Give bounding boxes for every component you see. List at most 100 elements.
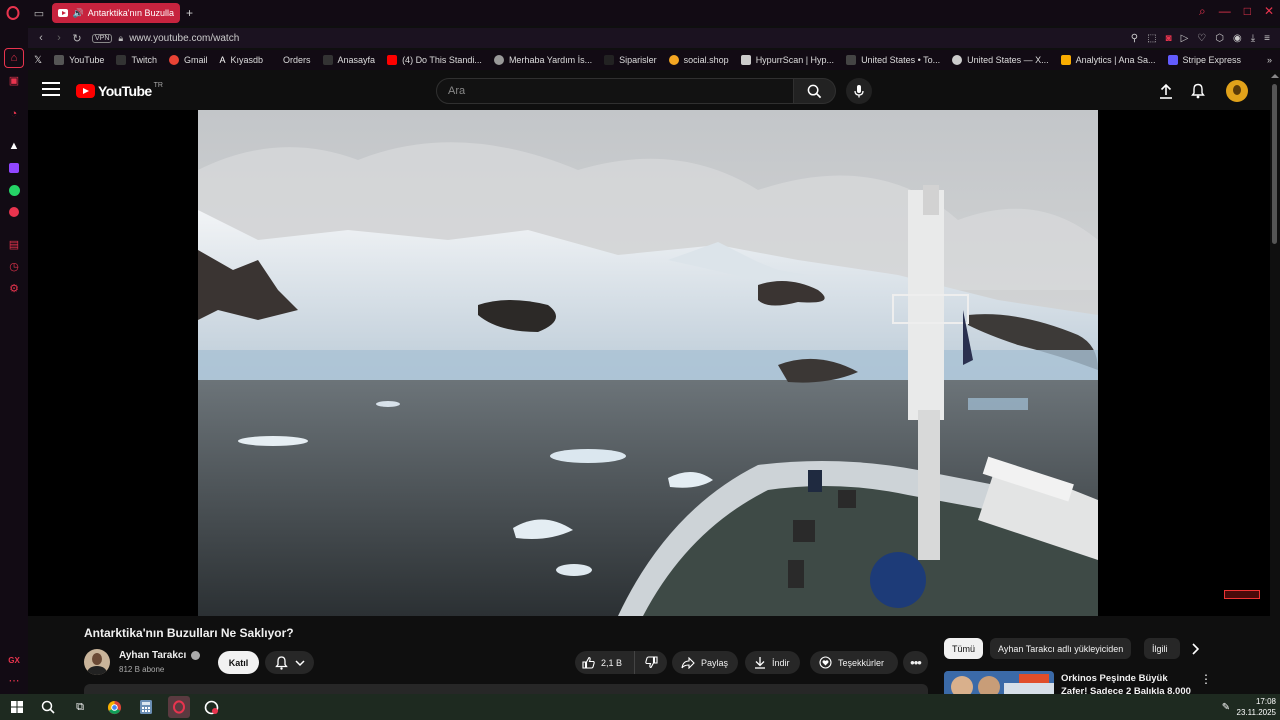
maximize-button[interactable]: □ <box>1244 4 1251 19</box>
bookmark-item[interactable]: social.shop <box>668 55 729 65</box>
filter-chip-uploader[interactable]: Ayhan Tarakcı adlı yükleyiciden <box>990 638 1132 659</box>
history-icon[interactable]: ◷ <box>6 258 22 274</box>
calculator-icon[interactable] <box>137 698 155 716</box>
lock-icon[interactable]: 🔒︎ <box>118 33 123 44</box>
bookmark-item[interactable]: Analytics | Ana Sa... <box>1060 55 1156 65</box>
music-player-icon[interactable] <box>6 204 22 220</box>
bookmark-item[interactable]: YouTube <box>54 55 104 65</box>
voice-search-button[interactable] <box>846 78 872 104</box>
scrollbar-thumb[interactable] <box>1272 84 1277 244</box>
video-title: Antarktika'nın Buzulları Ne Saklıyor? <box>84 626 294 640</box>
whatsapp-icon[interactable] <box>6 182 22 198</box>
minimize-button[interactable]: — <box>1219 4 1231 19</box>
snapshot-icon[interactable]: ⬚ <box>1147 33 1156 44</box>
bookmark-item[interactable]: Anasayfa <box>322 55 375 65</box>
reload-icon[interactable]: ↻ <box>68 32 86 45</box>
channel-name-text[interactable]: Ayhan Tarakcı <box>119 650 186 661</box>
aria-icon[interactable]: ▲ <box>6 138 22 154</box>
bookmark-item[interactable]: United States — X... <box>952 55 1049 65</box>
settings-gear-icon[interactable]: ⚙ <box>6 280 22 296</box>
bookmark-item[interactable]: Twitch <box>116 55 157 65</box>
gx-corner-icon[interactable]: ◔ <box>6 106 22 122</box>
youtube-wordmark: YouTube <box>98 83 152 99</box>
gx-control-icon[interactable]: ▣ <box>6 72 22 88</box>
youtube-logo[interactable]: YouTube TR <box>76 82 163 99</box>
url-field[interactable]: www.youtube.com/watch <box>129 33 239 44</box>
search-icon[interactable] <box>39 698 57 716</box>
system-clock[interactable]: 17:08 23.11.2025 <box>1237 696 1276 718</box>
browser-sidebar: ⌂ ▣ ◔ ▲ ▤ ◷ ⚙ GX ⋯ <box>0 26 28 694</box>
bookmark-item[interactable]: United States • To... <box>846 55 940 65</box>
wallet-icon[interactable]: ▤ <box>6 236 22 252</box>
subscription-bell-button[interactable] <box>265 651 314 674</box>
more-options-icon[interactable]: ⋯ <box>6 672 22 688</box>
tab-island-icon[interactable]: ▭ <box>26 7 52 20</box>
back-arrow-icon[interactable]: ‹ <box>32 32 50 44</box>
hamburger-menu-icon[interactable] <box>42 82 60 98</box>
video-frame[interactable] <box>198 110 1098 616</box>
windows-start-icon[interactable] <box>8 698 26 716</box>
bookmark-item[interactable]: Siparisler <box>604 55 657 65</box>
recommended-video-title[interactable]: Orkinos Peşinde Büyük Zafer! Sadece 2 Ba… <box>1061 672 1191 694</box>
home-icon[interactable]: ⌂ <box>4 48 24 68</box>
gx-logo-icon[interactable]: GX <box>6 652 22 668</box>
search-button[interactable] <box>794 78 836 104</box>
filter-chip-all[interactable]: Tümü <box>944 638 984 659</box>
bookmarks-overflow-icon[interactable]: » <box>1267 55 1272 65</box>
channel-name[interactable]: Ayhan Tarakcı <box>119 650 201 661</box>
create-upload-button[interactable] <box>1157 82 1175 100</box>
page-scrollbar[interactable] <box>1270 72 1280 694</box>
search-input[interactable] <box>437 79 793 103</box>
bookmark-item[interactable]: Merhaba Yardım İs... <box>493 55 592 65</box>
join-button[interactable]: Katıl <box>218 651 259 674</box>
recommended-video-thumbnail[interactable] <box>944 671 1054 694</box>
profile-icon[interactable]: ◉ <box>1233 33 1242 44</box>
bookmark-item[interactable]: Gmail <box>168 55 207 65</box>
opera-gx-logo-icon[interactable] <box>0 0 26 26</box>
chrome-icon[interactable] <box>105 698 123 716</box>
extensions-icon[interactable]: ⬡ <box>1215 33 1224 44</box>
recommended-video-menu-icon[interactable]: ⋮ <box>1200 672 1212 686</box>
pocket-icon[interactable]: ◙ <box>1166 33 1172 44</box>
chips-next-button[interactable] <box>1186 640 1204 658</box>
dislike-button[interactable] <box>635 651 667 674</box>
scroll-up-icon[interactable] <box>1271 74 1279 78</box>
vpn-badge[interactable]: VPN <box>92 33 113 43</box>
thumbnail-image <box>944 671 1054 694</box>
heart-icon[interactable]: ♡ <box>1197 33 1206 44</box>
close-button[interactable]: ✕ <box>1264 4 1274 19</box>
filter-chip-related[interactable]: İlgili <box>1144 638 1180 659</box>
pin-icon[interactable]: ⚲ <box>1131 33 1138 44</box>
new-tab-button[interactable]: + <box>186 6 193 20</box>
pen-tray-icon[interactable]: ✎ <box>1217 698 1235 716</box>
video-player[interactable] <box>28 110 1270 616</box>
bookmark-item[interactable]: (4) Do This Standi... <box>387 55 482 65</box>
app-taskbar-icon[interactable] <box>202 698 220 716</box>
easy-setup-icon[interactable]: ≡ <box>1264 33 1270 44</box>
description-box[interactable] <box>84 684 928 694</box>
channel-avatar[interactable] <box>84 649 110 675</box>
notifications-button[interactable] <box>1189 82 1207 100</box>
play-icon[interactable]: ▷ <box>1181 33 1189 44</box>
forward-arrow-icon[interactable]: › <box>50 32 68 44</box>
bookmark-item[interactable]: A Kıyasdb <box>219 55 263 65</box>
more-actions-button[interactable]: ••• <box>903 651 928 674</box>
bookmark-item[interactable]: HypurrScan | Hyp... <box>740 55 834 65</box>
account-avatar[interactable] <box>1226 80 1248 102</box>
task-view-icon[interactable]: ⧉ <box>71 698 89 716</box>
download-button[interactable]: İndir <box>745 651 800 674</box>
thumbs-up-icon <box>582 656 595 669</box>
like-button[interactable]: 2,1 B <box>575 651 635 674</box>
twitch-icon[interactable] <box>6 160 22 176</box>
download-icon[interactable]: ⤓ <box>1251 33 1255 44</box>
opera-gx-taskbar-icon[interactable] <box>168 696 190 718</box>
x-twitter-icon[interactable]: 𝕏 <box>34 55 42 66</box>
search-tabs-icon[interactable]: ⌕ <box>1199 4 1206 19</box>
share-arrow-icon <box>681 656 695 669</box>
browser-tab-active[interactable]: 🔊 Antarktika'nın Buzulla <box>52 3 180 23</box>
super-thanks-button[interactable]: Teşekkürler <box>810 651 898 674</box>
share-button[interactable]: Paylaş <box>672 651 738 674</box>
bookmark-item[interactable]: Stripe Express <box>1167 55 1241 65</box>
antarctic-scene-image <box>198 110 1098 616</box>
bookmark-item[interactable]: Orders <box>283 55 311 65</box>
